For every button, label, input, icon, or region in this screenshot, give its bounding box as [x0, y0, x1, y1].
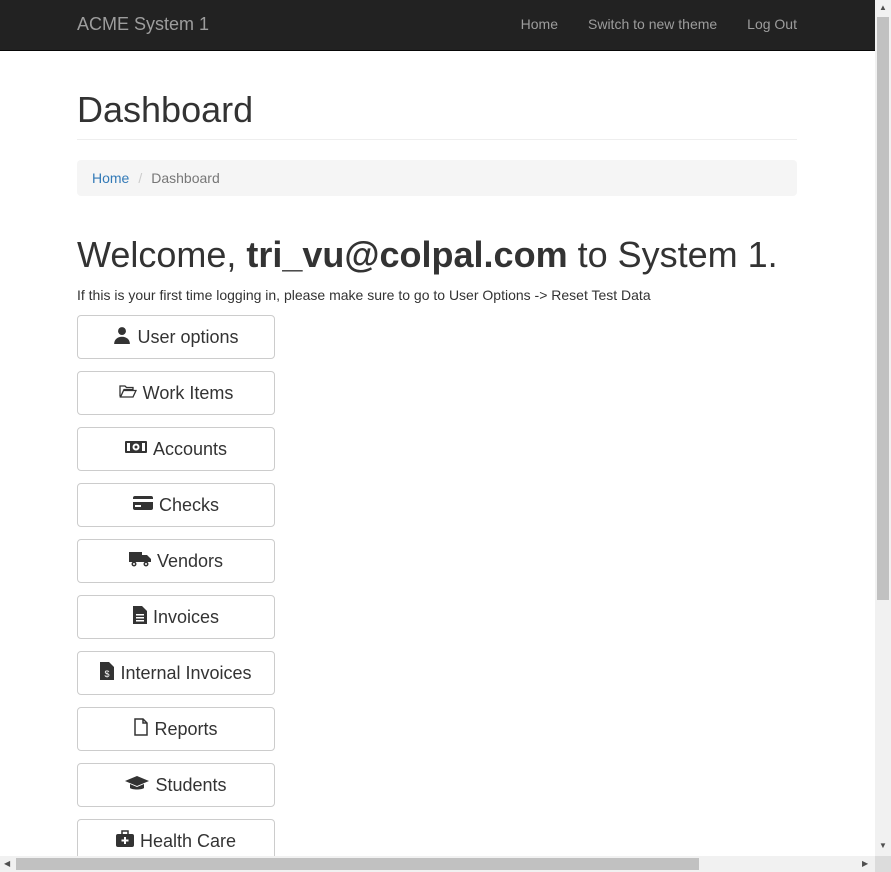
- page-title: Dashboard: [77, 89, 254, 130]
- welcome-heading: Welcome, tri_vu@colpal.com to System 1.: [77, 234, 778, 276]
- breadcrumb-current: Dashboard: [151, 170, 220, 186]
- welcome-prefix: Welcome,: [77, 234, 247, 275]
- vertical-scrollbar[interactable]: ▲ ▼: [875, 0, 891, 872]
- graduation-cap-icon: [125, 774, 150, 797]
- internal-invoices-button[interactable]: $ Internal Invoices: [77, 651, 275, 695]
- button-label: Internal Invoices: [120, 662, 252, 683]
- truck-icon: [128, 550, 151, 573]
- medkit-icon: [115, 829, 134, 853]
- button-label: User options: [137, 326, 239, 347]
- button-label: Work Items: [142, 382, 234, 403]
- button-label: Vendors: [156, 550, 224, 571]
- file-icon: [134, 717, 149, 741]
- reports-button[interactable]: Reports: [77, 707, 275, 751]
- user-options-button[interactable]: User options: [77, 315, 275, 359]
- money-icon: [124, 438, 147, 461]
- scroll-right-icon[interactable]: ▶: [862, 859, 868, 868]
- file-invoice-dollar-icon: $: [100, 661, 115, 685]
- svg-text:$: $: [105, 669, 110, 679]
- scroll-up-icon[interactable]: ▲: [879, 3, 887, 12]
- button-label: Reports: [154, 718, 218, 739]
- button-label: Checks: [158, 494, 220, 515]
- welcome-user: tri_vu@colpal.com: [246, 234, 568, 275]
- horizontal-scroll-thumb[interactable]: [16, 858, 699, 870]
- scroll-down-icon[interactable]: ▼: [879, 841, 887, 850]
- nav-home-link[interactable]: Home: [521, 16, 558, 32]
- folder-open-icon: [119, 382, 137, 405]
- button-label: Students: [155, 774, 227, 795]
- horizontal-scrollbar[interactable]: ◀ ▶: [0, 856, 875, 872]
- work-items-button[interactable]: Work Items: [77, 371, 275, 415]
- navbar: ACME System 1 Home Switch to new theme L…: [0, 0, 875, 51]
- breadcrumb: Home / Dashboard: [77, 160, 797, 196]
- brand[interactable]: ACME System 1: [77, 14, 209, 35]
- nav-logout-link[interactable]: Log Out: [747, 16, 797, 32]
- credit-card-icon: [132, 494, 153, 517]
- students-button[interactable]: Students: [77, 763, 275, 807]
- vertical-scroll-thumb[interactable]: [877, 17, 889, 600]
- first-login-hint: If this is your first time logging in, p…: [77, 287, 651, 303]
- welcome-suffix: to System 1.: [567, 234, 778, 275]
- button-label: Accounts: [152, 438, 228, 459]
- scroll-left-icon[interactable]: ◀: [4, 859, 10, 868]
- nav-switch-theme-link[interactable]: Switch to new theme: [588, 16, 717, 32]
- vendors-button[interactable]: Vendors: [77, 539, 275, 583]
- file-text-icon: [132, 605, 147, 629]
- title-divider: [77, 139, 797, 140]
- accounts-button[interactable]: Accounts: [77, 427, 275, 471]
- scrollbar-corner: [875, 856, 891, 872]
- user-icon: [113, 326, 131, 349]
- button-label: Health Care: [139, 830, 237, 851]
- nav-links: Home Switch to new theme Log Out: [521, 16, 797, 32]
- checks-button[interactable]: Checks: [77, 483, 275, 527]
- breadcrumb-home-link[interactable]: Home: [92, 170, 129, 186]
- breadcrumb-separator: /: [138, 170, 143, 186]
- invoices-button[interactable]: Invoices: [77, 595, 275, 639]
- button-label: Invoices: [152, 606, 220, 627]
